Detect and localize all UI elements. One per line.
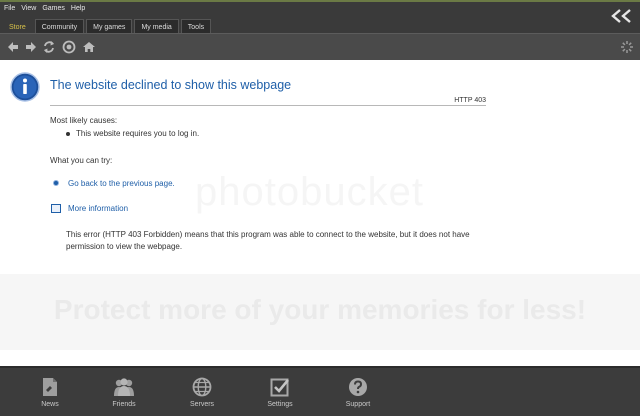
title-divider	[50, 105, 486, 106]
go-back-link[interactable]: Go back to the previous page.	[68, 179, 175, 188]
watermark-tagline: Protect more of your memories for less!	[53, 294, 587, 325]
help-question-icon	[349, 378, 367, 396]
error-description: This error (HTTP 403 Forbidden) means th…	[66, 230, 470, 251]
expand-icon[interactable]	[51, 204, 61, 213]
back-arrow-icon[interactable]	[6, 40, 20, 54]
go-back-icon[interactable]	[53, 180, 59, 186]
nav-news-label: News	[41, 401, 59, 408]
http-code: HTTP 403	[454, 97, 486, 104]
bottom-nav: News Friends Servers Settings Support	[0, 366, 640, 416]
news-icon	[43, 378, 57, 396]
browser-toolbar	[0, 33, 640, 60]
top-chrome: File View Games Help Store Community My …	[0, 0, 640, 35]
bullet-dot	[66, 132, 70, 136]
menu-games[interactable]: Games	[42, 5, 65, 12]
cause-item: This website requires you to log in.	[76, 129, 200, 138]
menu-view[interactable]: View	[21, 5, 36, 12]
nav-support[interactable]: Support	[335, 377, 381, 408]
refresh-icon[interactable]	[42, 40, 56, 54]
nav-servers[interactable]: Servers	[179, 377, 225, 408]
home-icon[interactable]	[82, 40, 96, 54]
stop-icon[interactable]	[62, 40, 76, 54]
nav-friends-label: Friends	[112, 401, 136, 408]
checkbox-settings-icon	[270, 378, 290, 397]
nav-settings[interactable]: Settings	[257, 377, 303, 408]
loading-spinner-icon	[621, 41, 633, 53]
causes-heading: Most likely causes:	[50, 116, 118, 125]
nav-support-label: Support	[345, 401, 371, 408]
more-information-link[interactable]: More information	[68, 204, 128, 213]
nav-friends[interactable]: Friends	[101, 377, 147, 408]
menu-file[interactable]: File	[4, 5, 15, 12]
collapse-arrows-icon[interactable]	[608, 7, 634, 25]
menu-bar: File View Games Help	[4, 5, 85, 12]
page-title: The website declined to show this webpag…	[50, 78, 292, 92]
try-heading: What you can try:	[50, 156, 113, 165]
nav-servers-label: Servers	[189, 401, 215, 408]
menu-help[interactable]: Help	[71, 5, 85, 12]
globe-icon	[192, 377, 212, 397]
info-icon	[10, 72, 40, 102]
watermark-logo: photobucket	[195, 170, 424, 214]
web-content: photobucket The website declined to show…	[0, 60, 640, 366]
friends-icon	[114, 378, 134, 396]
nav-settings-label: Settings	[267, 401, 293, 408]
nav-news[interactable]: News	[27, 377, 73, 408]
forward-arrow-icon[interactable]	[24, 40, 38, 54]
